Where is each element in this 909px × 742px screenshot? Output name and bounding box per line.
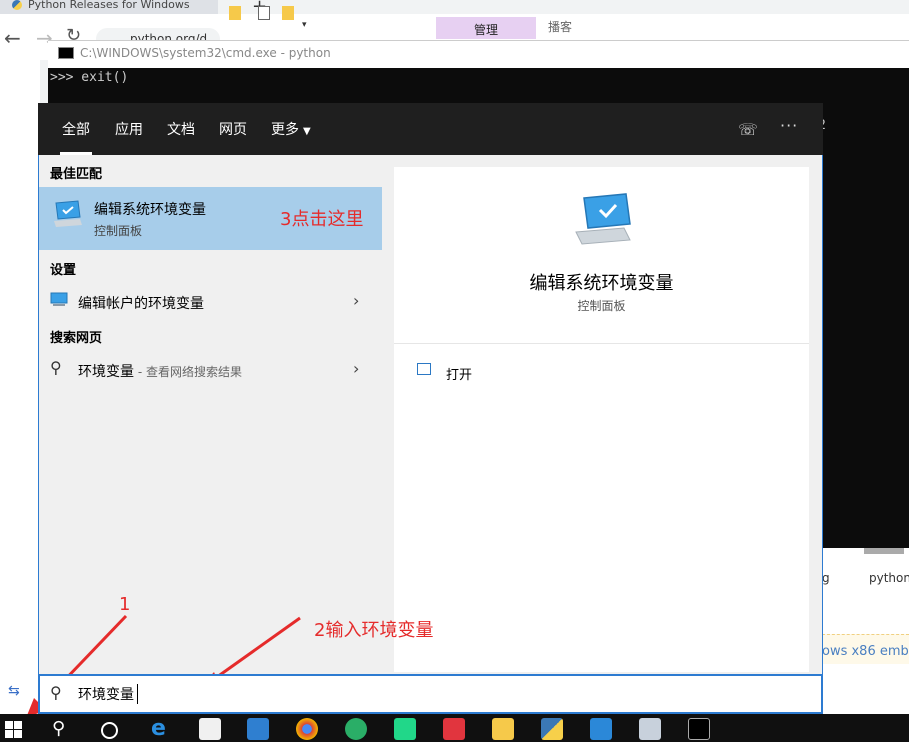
best-match-title: 编辑系统环境变量	[94, 202, 206, 218]
search-input[interactable]	[38, 674, 823, 714]
tab-documents[interactable]: 文档	[167, 119, 195, 139]
browser-tab[interactable]: Python Releases for Windows	[0, 0, 218, 14]
python-icon[interactable]	[541, 718, 563, 740]
file-label[interactable]: g	[822, 571, 830, 585]
more-options-icon[interactable]: ···	[780, 116, 798, 135]
section-settings: 设置	[50, 263, 77, 278]
start-icon[interactable]	[5, 721, 22, 738]
checkbox-icon[interactable]	[258, 6, 270, 20]
search-query: 环境变量	[78, 687, 134, 703]
cmd-taskbar-icon[interactable]	[688, 718, 710, 740]
pycharm-icon[interactable]	[394, 718, 416, 740]
web-item-title: 环境变量	[78, 364, 134, 380]
system-monitor-icon[interactable]	[639, 718, 661, 740]
folder-icon[interactable]	[282, 6, 294, 20]
tab-all[interactable]: 全部	[62, 119, 90, 139]
file-label-python[interactable]: python	[869, 571, 909, 585]
chevron-right-icon[interactable]: ›	[353, 291, 359, 310]
monitor-icon	[54, 200, 82, 227]
ribbon-tab-manage[interactable]: 管理	[436, 17, 536, 39]
settings-monitor-icon	[50, 292, 68, 306]
feedback-icon[interactable]: ☏	[738, 120, 758, 139]
preview-subtitle: 控制面板	[577, 299, 626, 313]
section-best-match: 最佳匹配	[50, 167, 103, 182]
search-icon: ⚲	[50, 683, 62, 702]
cortana-icon[interactable]	[101, 722, 118, 739]
annotation-step3: 3点击这里	[280, 209, 364, 230]
edge-icon[interactable]: e	[151, 716, 166, 741]
dropdown-icon[interactable]: ▾	[302, 20, 307, 30]
settings-item-label: 编辑帐户的环境变量	[78, 296, 204, 312]
best-match-subtitle: 控制面板	[94, 224, 143, 238]
search-icon[interactable]: ⚲	[52, 718, 65, 739]
folder-icon[interactable]	[229, 6, 241, 20]
annotation-step2: 2输入环境变量	[314, 620, 434, 641]
tab-more[interactable]: 更多 ▼	[271, 119, 311, 139]
open-action[interactable]: 打开	[446, 364, 472, 383]
tab-apps[interactable]: 应用	[115, 119, 143, 139]
tab-web[interactable]: 网页	[219, 119, 247, 139]
file-explorer-icon[interactable]	[492, 718, 514, 740]
app-star-icon[interactable]	[590, 718, 612, 740]
divider	[394, 343, 809, 344]
cmd-icon	[58, 47, 74, 59]
preview-title: 编辑系统环境变量	[529, 273, 674, 294]
mail-icon[interactable]	[247, 718, 269, 740]
text-caret	[137, 684, 138, 704]
open-icon	[417, 363, 431, 375]
web-item: 环境变量 - 查看网络搜索结果	[78, 361, 242, 381]
cmd-line: >>> exit()	[50, 70, 129, 85]
wechat-icon[interactable]	[345, 718, 367, 740]
youdao-icon[interactable]	[443, 718, 465, 740]
chevron-down-icon: ▼	[303, 126, 311, 137]
ribbon-tab[interactable]: 播客	[548, 18, 572, 35]
python-logo-icon	[12, 0, 22, 10]
search-nav	[38, 103, 823, 155]
browser-tab-title: Python Releases for Windows	[28, 0, 190, 11]
cmd-title: C:\WINDOWS\system32\cmd.exe - python	[80, 46, 331, 60]
search-icon: ⚲	[50, 358, 62, 377]
back-icon[interactable]: ←	[4, 26, 21, 50]
tab-more-label: 更多	[271, 122, 299, 138]
store-icon[interactable]	[199, 718, 221, 740]
download-link[interactable]: ows x86 embe	[822, 644, 909, 659]
chevron-right-icon[interactable]: ›	[353, 359, 359, 378]
monitor-large-icon	[575, 193, 631, 245]
file-thumbnail	[864, 548, 904, 554]
web-item-suffix: - 查看网络搜索结果	[134, 365, 242, 379]
chrome-icon[interactable]	[296, 718, 318, 740]
section-web: 搜索网页	[50, 331, 103, 346]
